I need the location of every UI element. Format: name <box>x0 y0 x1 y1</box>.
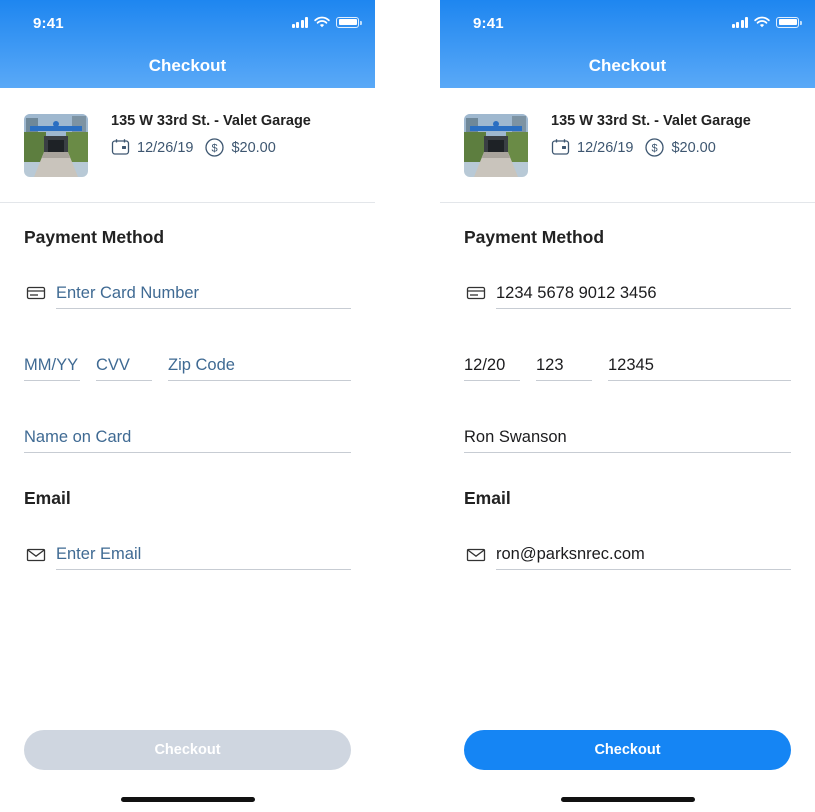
name-on-card-field[interactable]: Ron Swanson <box>464 421 791 453</box>
booking-summary: 135 W 33rd St. - Valet Garage 12/26/19 $… <box>440 88 815 203</box>
location-name: 135 W 33rd St. - Valet Garage <box>111 113 311 129</box>
booking-meta: 12/26/19 $ $20.00 <box>111 138 276 157</box>
battery-icon <box>336 16 362 28</box>
credit-card-icon <box>26 285 48 301</box>
card-number-field[interactable]: 1234 5678 9012 3456 <box>496 277 791 309</box>
email-field[interactable]: Enter Email <box>56 538 351 570</box>
zip-code-value: 12345 <box>608 356 654 374</box>
header-bar: 9:41 Checkout <box>0 0 375 88</box>
credit-card-icon <box>466 285 488 301</box>
email-field[interactable]: ron@parksnrec.com <box>496 538 791 570</box>
garage-thumbnail <box>464 114 528 177</box>
svg-text:$: $ <box>212 143 218 155</box>
status-icons <box>291 16 362 28</box>
home-indicator <box>121 797 255 802</box>
booking-price: $20.00 <box>671 139 716 156</box>
booking-meta: 12/26/19 $ $20.00 <box>551 138 716 157</box>
expiry-value: 12/20 <box>464 356 506 374</box>
zip-code-placeholder: Zip Code <box>168 356 235 374</box>
home-indicator <box>561 797 695 802</box>
expiry-field[interactable]: MM/YY <box>24 349 80 381</box>
cvv-placeholder: CVV <box>96 356 130 374</box>
email-placeholder: Enter Email <box>56 545 142 563</box>
booking-date: 12/26/19 <box>137 139 194 156</box>
battery-icon <box>776 16 802 28</box>
envelope-icon <box>466 547 488 563</box>
booking-price: $20.00 <box>231 139 276 156</box>
garage-thumbnail <box>24 114 88 177</box>
wifi-icon <box>314 16 330 28</box>
cellular-signal-icon <box>291 17 308 28</box>
wifi-icon <box>754 16 770 28</box>
email-value: ron@parksnrec.com <box>496 545 645 563</box>
zip-code-field[interactable]: Zip Code <box>168 349 351 381</box>
checkout-screen-filled: 9:41 Checkout 135 W 33rd St. - Valet Gar… <box>440 0 815 812</box>
checkout-button[interactable]: Checkout <box>24 730 351 770</box>
svg-text:$: $ <box>652 143 658 155</box>
email-heading: Email <box>24 488 71 508</box>
status-icons <box>731 16 802 28</box>
checkout-screen-empty: 9:41 Checkout 135 W 33rd St. - Valet Gar… <box>0 0 375 812</box>
status-time: 9:41 <box>33 15 64 32</box>
booking-summary: 135 W 33rd St. - Valet Garage 12/26/19 $… <box>0 88 375 203</box>
name-on-card-placeholder: Name on Card <box>24 428 132 446</box>
expiry-field[interactable]: 12/20 <box>464 349 520 381</box>
cvv-field[interactable]: CVV <box>96 349 152 381</box>
checkout-button[interactable]: Checkout <box>464 730 791 770</box>
location-name: 135 W 33rd St. - Valet Garage <box>551 113 751 129</box>
cellular-signal-icon <box>731 17 748 28</box>
cvv-field[interactable]: 123 <box>536 349 592 381</box>
payment-method-heading: Payment Method <box>464 227 605 247</box>
zip-code-field[interactable]: 12345 <box>608 349 791 381</box>
status-time: 9:41 <box>473 15 504 32</box>
calendar-icon <box>111 138 130 157</box>
card-number-field[interactable]: Enter Card Number <box>56 277 351 309</box>
envelope-icon <box>26 547 48 563</box>
cvv-value: 123 <box>536 356 564 374</box>
booking-date: 12/26/19 <box>577 139 634 156</box>
header-bar: 9:41 Checkout <box>440 0 815 88</box>
calendar-icon <box>551 138 570 157</box>
page-title: Checkout <box>588 56 667 75</box>
dollar-icon: $ <box>205 138 225 157</box>
expiry-placeholder: MM/YY <box>24 356 79 374</box>
name-on-card-value: Ron Swanson <box>464 428 567 446</box>
dollar-icon: $ <box>645 138 665 157</box>
card-number-placeholder: Enter Card Number <box>56 284 200 302</box>
email-heading: Email <box>464 488 511 508</box>
name-on-card-field[interactable]: Name on Card <box>24 421 351 453</box>
card-number-value: 1234 5678 9012 3456 <box>496 284 657 302</box>
page-title: Checkout <box>148 56 227 75</box>
payment-method-heading: Payment Method <box>24 227 165 247</box>
